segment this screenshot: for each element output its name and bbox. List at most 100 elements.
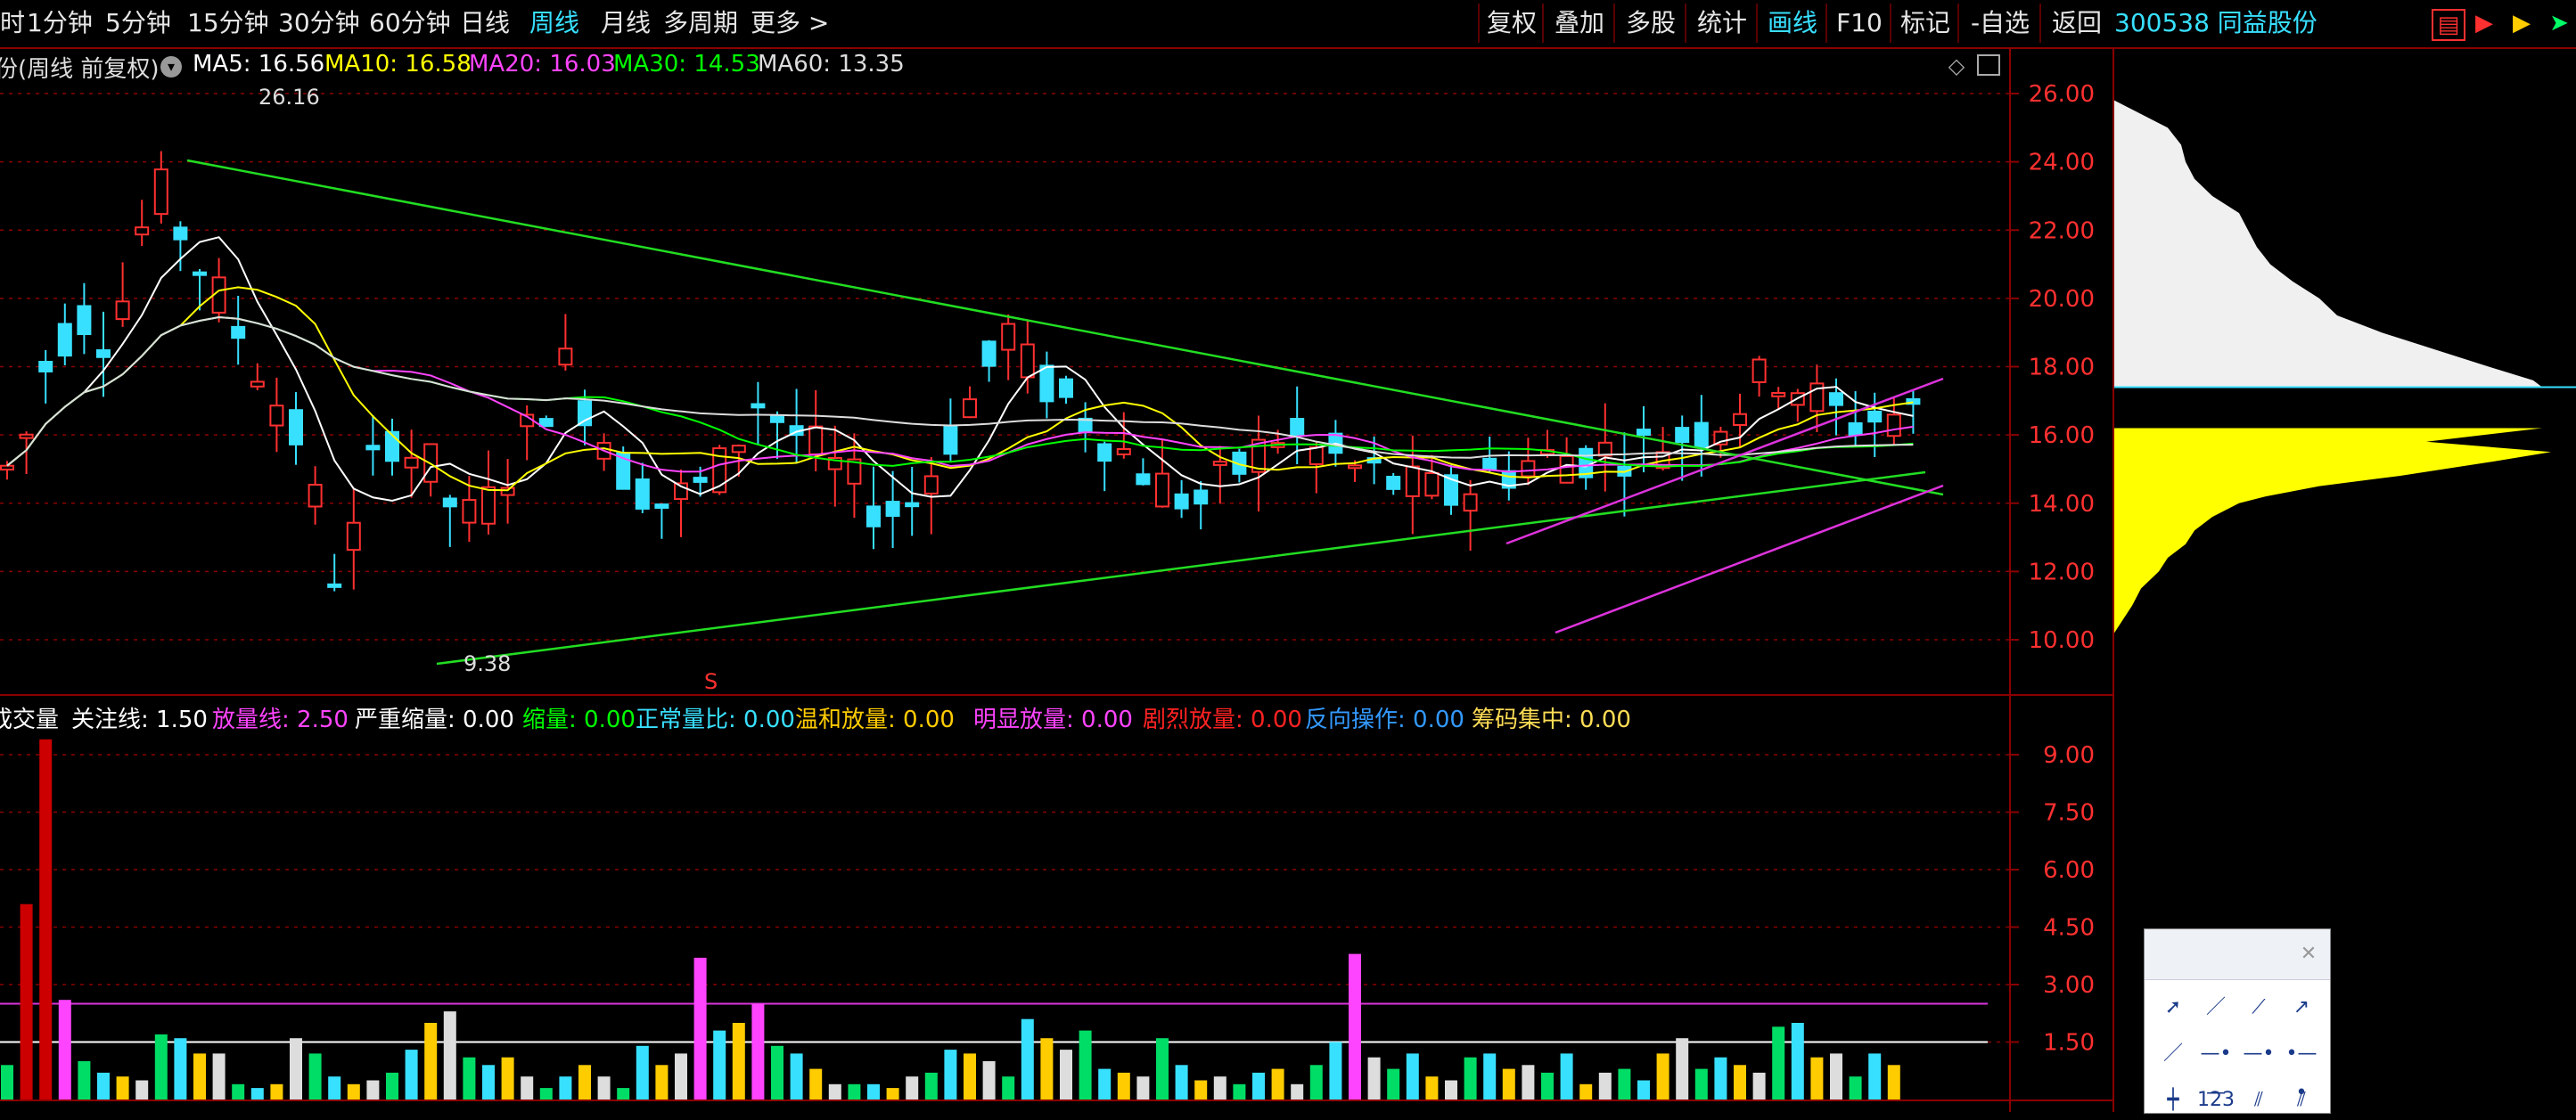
toolbar-button-8[interactable]: 返回 [2039,4,2112,43]
volume-bar [386,1072,398,1100]
candle-body [1521,460,1536,478]
candle-body [1059,378,1073,398]
volume-tick-label: 4.50 [2043,915,2095,942]
period-tab-2[interactable]: 5分钟 [105,5,171,41]
candle-body [289,409,303,446]
volume-bar [39,739,53,1100]
candle-body [77,305,92,335]
horizontal-tool-icon[interactable]: —•— [2196,1034,2236,1104]
arrow-icon[interactable]: ➤ [2544,9,2574,37]
candle-body [963,398,977,419]
volume-bar [1887,1065,1900,1100]
parallel-tool-icon[interactable]: ⫽ [2239,1081,2278,1120]
candle-body [1386,476,1401,490]
period-tab-10[interactable]: 更多 > [751,5,829,41]
candle-body [57,323,72,357]
ma-value-3: MA30: 14.53 [613,51,760,78]
volume-bar [924,1072,938,1100]
candle-body [500,486,515,496]
volume-bar [1598,1072,1612,1100]
candle-body [905,502,920,508]
volume-tick-label: 1.50 [2043,1030,2095,1057]
volume-bar [1445,1080,1457,1100]
period-tab-7[interactable]: 周线 [529,5,579,41]
volume-bar [270,1083,283,1100]
line-tool-icon[interactable]: ／ [2196,988,2236,1027]
volume-bar [212,1053,226,1100]
toolbar-button-1[interactable]: 叠加 [1542,4,1615,43]
volume-bar [97,1072,110,1100]
toolbar-button-5[interactable]: F10 [1825,4,1891,43]
chart-canvas[interactable]: 26.00 24.00 22.00 20.00 18.00 16.00 14.00 12.00… [0,49,2112,1112]
toolbar-button-6[interactable]: 标记 [1890,4,1959,43]
candle-body [346,521,361,552]
price-tick-label: 22.00 [2029,217,2095,244]
candle-body [770,415,784,423]
candle-body [308,484,323,508]
volume-bar [944,1050,957,1100]
dropdown-icon[interactable]: ▾ [160,56,182,78]
volume-tick-label: 9.00 [2043,742,2095,769]
cursor-tool-icon[interactable]: ➚ [2154,988,2193,1027]
toolbar-button-7[interactable]: -自选 [1957,4,2041,43]
arrow-tool-icon[interactable]: ↗ [2282,988,2321,1027]
period-tab-0[interactable]: 时 [0,5,25,41]
period-tab-4[interactable]: 30分钟 [278,5,360,41]
volume-bar [1541,1072,1554,1100]
h-ray-tool-icon[interactable]: —• [2239,1034,2278,1074]
volume-bar [1367,1057,1381,1100]
candle-body [866,505,881,527]
toolbar-button-4[interactable]: 画线 [1756,4,1827,43]
period-tab-5[interactable]: 60分钟 [369,5,451,41]
candle-body [1559,454,1574,484]
candle-body [1733,413,1747,426]
candle-body [1174,493,1189,510]
candle-body [654,503,669,509]
volume-bar [1791,1023,1804,1100]
channel-tool-icon[interactable]: ⫽ [2282,1081,2321,1120]
drawing-tools-header[interactable]: ✕ [2145,929,2330,980]
stock-code-name[interactable]: 300538 同益股份 [2114,5,2318,41]
period-tab-6[interactable]: 日线 [460,5,510,41]
volume-bar [617,1088,630,1100]
volume-bar [1136,1076,1150,1100]
candle-body [19,433,34,439]
flag-icon[interactable]: ▶ [2469,9,2499,37]
volume-bar [1,1065,13,1100]
volume-bar [20,903,33,1100]
close-icon[interactable]: ✕ [2296,942,2321,967]
volume-bar [366,1080,380,1100]
volume-bar [154,1034,168,1100]
toolbar-button-2[interactable]: 多股 [1613,4,1686,43]
volume-bar [886,1088,899,1100]
chip-profile-above [2114,100,2542,388]
candle-body [1424,471,1440,497]
price-tick-label: 18.00 [2029,355,2095,381]
volume-bar [1868,1053,1882,1100]
toolbar-button-3[interactable]: 统计 [1685,4,1758,43]
volume-tick-label: 6.00 [2043,857,2095,884]
period-tab-3[interactable]: 15分钟 [187,5,269,41]
h-segment-tool-icon[interactable]: •—• [2282,1034,2321,1104]
volume-bar [1694,1068,1708,1100]
volume-bar [521,1076,534,1100]
volume-bar [655,1065,669,1100]
volume-bar [116,1076,129,1100]
ray-tool-icon[interactable]: ⟋ [2239,988,2278,1027]
period-tab-9[interactable]: 多周期 [663,5,738,41]
candle-body [442,497,457,508]
volume-bar [693,957,707,1100]
play-icon[interactable]: ▶ [2506,9,2537,37]
text-123-tool-icon[interactable]: 123 [2196,1081,2236,1120]
period-tab-8[interactable]: 月线 [601,5,651,41]
period-tab-1[interactable]: 1分钟 [27,5,93,41]
price-tick-label: 26.00 [2029,81,2095,108]
volume-bar [539,1088,553,1100]
list-icon[interactable]: ▤ [2432,9,2465,41]
segment-tool-icon[interactable]: ／ [2154,1034,2193,1074]
toolbar-button-0[interactable]: 复权 [1478,4,1544,43]
panel-toggle-icon[interactable] [1977,54,2000,76]
kline-chart[interactable]: 26.00 24.00 22.00 20.00 18.00 16.00 14.00 12.00… [0,49,2112,1112]
vertical-tool-icon[interactable]: ┿ [2154,1081,2193,1120]
diamond-icon[interactable]: ◇ [1943,53,1970,79]
